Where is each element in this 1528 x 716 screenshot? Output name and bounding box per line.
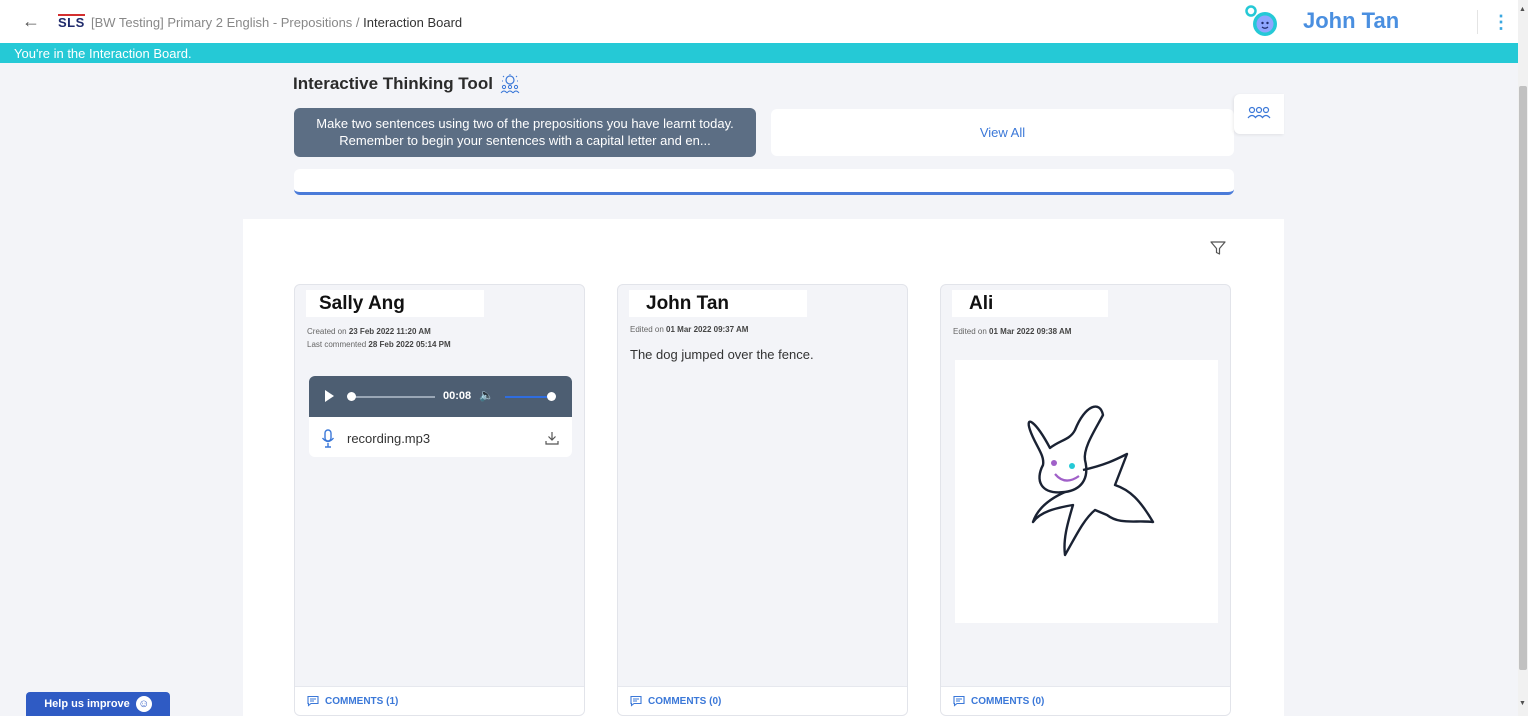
volume-icon[interactable]: 🔈 (479, 388, 494, 402)
volume-slider[interactable] (505, 396, 551, 398)
breadcrumb: [BW Testing] Primary 2 English - Preposi… (91, 15, 463, 30)
comments-button[interactable]: COMMENTS (0) (953, 695, 1044, 707)
card-footer: COMMENTS (0) (941, 686, 1230, 715)
card-footer: COMMENTS (1) (295, 686, 584, 715)
post-card-sally-ang[interactable]: Sally Ang Created on 23 Feb 2022 11:20 A… (294, 284, 585, 716)
breadcrumb-course[interactable]: [BW Testing] Primary 2 English - Preposi… (91, 15, 352, 30)
card-name-box: John Tan (629, 290, 807, 317)
card-last-commented: Last commented 28 Feb 2022 05:14 PM (307, 340, 451, 349)
post-text: The dog jumped over the fence. (630, 347, 814, 362)
volume-handle[interactable] (547, 392, 556, 401)
filter-icon[interactable] (1209, 239, 1227, 257)
view-all-button[interactable]: View All (771, 109, 1234, 156)
group-icon (1247, 106, 1271, 119)
card-name-box: Ali (952, 290, 1108, 317)
audio-attachment: 00:08 🔈 recording.mp3 (309, 376, 572, 457)
card-edited: Edited on 01 Mar 2022 09:38 AM (953, 327, 1072, 336)
banner-text: You're in the Interaction Board. (14, 46, 192, 61)
card-author: John Tan (646, 293, 730, 314)
download-icon[interactable] (544, 430, 560, 446)
tool-header: Interactive Thinking Tool Make two sente… (243, 63, 1284, 219)
header-divider (1477, 10, 1478, 34)
comments-button[interactable]: COMMENTS (1) (307, 695, 398, 707)
scroll-down-icon[interactable]: ▼ (1519, 700, 1526, 707)
status-banner: You're in the Interaction Board. (0, 43, 1518, 63)
sls-logo[interactable]: SLS (58, 14, 85, 29)
avatar-icon[interactable] (1243, 5, 1283, 39)
comment-icon (953, 695, 965, 707)
bunny-drawing (1027, 405, 1155, 557)
comment-icon (307, 695, 319, 707)
card-footer: COMMENTS (0) (618, 686, 907, 715)
audio-file-name[interactable]: recording.mp3 (347, 431, 430, 446)
comment-icon (630, 695, 642, 707)
help-us-improve-button[interactable]: Help us improve ☺ (26, 692, 170, 716)
audio-time: 00:08 (443, 390, 472, 402)
card-author: Ali (969, 293, 994, 314)
back-arrow-icon[interactable]: ← (22, 11, 40, 32)
card-edited: Edited on 01 Mar 2022 09:37 AM (630, 325, 749, 334)
thinking-tool-icon (500, 74, 520, 94)
audio-player[interactable]: 00:08 🔈 (309, 376, 572, 417)
more-menu-icon[interactable]: ⋮ (1492, 12, 1510, 33)
tool-title: Interactive Thinking Tool (293, 74, 521, 94)
group-button[interactable] (1234, 94, 1284, 134)
progress-bar (294, 169, 1234, 195)
prompt-box[interactable]: Make two sentences using two of the prep… (294, 108, 756, 157)
top-bar: ← SLS [BW Testing] Primary 2 English - P… (0, 0, 1528, 43)
microphone-icon (321, 429, 335, 448)
interaction-board: Interactive Thinking Tool Make two sente… (243, 63, 1284, 716)
card-name-box: Sally Ang (306, 290, 484, 317)
play-icon[interactable] (325, 390, 334, 402)
user-name[interactable]: John Tan (1303, 8, 1399, 34)
smiley-icon: ☺ (135, 696, 152, 712)
post-card-ali[interactable]: Ali Edited on 01 Mar 2022 09:38 AM COMME… (940, 284, 1231, 716)
post-card-john-tan[interactable]: John Tan Edited on 01 Mar 2022 09:37 AM … (617, 284, 908, 716)
card-created: Created on 23 Feb 2022 11:20 AM (307, 327, 431, 336)
scrollbar-thumb[interactable] (1519, 86, 1527, 670)
breadcrumb-current: Interaction Board (363, 15, 463, 30)
card-author: Sally Ang (319, 293, 405, 314)
drawing-image[interactable] (955, 360, 1218, 623)
comments-button[interactable]: COMMENTS (0) (630, 695, 721, 707)
audio-seek-track[interactable] (351, 396, 435, 398)
audio-seek-handle[interactable] (347, 392, 356, 401)
scroll-up-icon[interactable]: ▲ (1519, 6, 1526, 13)
